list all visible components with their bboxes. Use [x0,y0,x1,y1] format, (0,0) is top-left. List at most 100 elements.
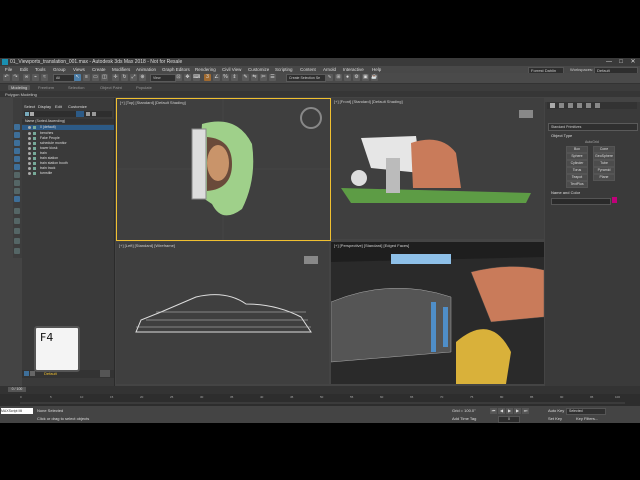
tab-modeling[interactable]: Modeling [8,85,31,90]
set-key-button[interactable]: Set Key [548,416,562,421]
display-lights-icon[interactable] [14,140,20,146]
link-icon[interactable]: ∞ [23,74,30,81]
scene-list-header[interactable]: Name (Sorted Ascending) [22,119,114,124]
pyramid-button[interactable]: Pyramid [593,167,615,174]
viewport-perspective[interactable]: [+] [Perspective] [Standard] [Edged Face… [331,242,544,384]
menu-help[interactable]: Help [372,67,381,72]
display-shapes-icon[interactable] [14,132,20,138]
bind-space-warp-icon[interactable]: ≈ [41,74,48,81]
go-to-end-icon[interactable]: ⏭ [522,408,529,414]
viewcube-icon[interactable] [519,110,533,118]
render-production-icon[interactable]: ☕ [371,74,378,81]
scene-tab-display[interactable]: Display [38,104,51,109]
cone-button[interactable]: Cone [593,146,615,153]
tab-freeform[interactable]: Freeform [38,85,54,90]
invert-display-icon[interactable] [14,248,20,254]
rollout-name-and-color[interactable]: Name and Color [551,190,580,195]
play-icon[interactable]: ▶ [506,408,513,414]
viewport-top[interactable]: [+] [Top] [Standard] [Default Shading] [116,98,331,241]
auto-key-button[interactable]: Auto Key [548,408,564,413]
layer-explorer-icon[interactable] [24,371,29,376]
place-icon[interactable]: ⊕ [139,74,146,81]
tab-object-paint[interactable]: Object Paint [100,85,122,90]
menu-tools[interactable]: Tools [35,67,46,72]
menu-graph-editors[interactable]: Graph Editors [162,67,190,72]
select-object-icon[interactable]: ↖ [74,74,81,81]
align-icon[interactable]: ⊨ [260,74,267,81]
viewport-left-label[interactable]: [+] [Left] [Standard] [Wireframe] [119,243,175,248]
menu-content[interactable]: Content [300,67,316,72]
material-editor-icon[interactable]: ● [344,74,351,81]
maximize-button[interactable]: □ [615,58,627,66]
tube-button[interactable]: Tube [593,160,615,167]
toggle-scene-explorer-icon[interactable]: ☰ [269,74,276,81]
menu-file[interactable]: File [5,67,12,72]
sort-by-hierarchy-icon[interactable] [30,371,35,376]
rendered-frame-window-icon[interactable]: ▣ [362,74,369,81]
menu-civil-view[interactable]: Civil View [222,67,241,72]
geosphere-button[interactable]: GeoSphere [593,153,615,160]
visibility-icon[interactable] [28,142,31,145]
previous-frame-icon[interactable]: ◀ [498,408,505,414]
scene-tab-select[interactable]: Select [24,104,35,109]
plane-button[interactable]: Plane [593,174,615,181]
visibility-icon[interactable] [28,152,31,155]
polygon-modeling-label[interactable]: Polygon Modeling [5,92,37,97]
next-frame-icon[interactable]: ▶ [514,408,521,414]
textplus-button[interactable]: TextPlus [566,181,588,188]
track-bar[interactable]: 0 5 10 15 20 25 30 35 40 45 50 55 60 65 … [0,394,640,406]
schematic-view-icon[interactable]: ⊞ [335,74,342,81]
rectangular-selection-icon[interactable]: ▭ [92,74,99,81]
redo-icon[interactable]: ↷ [12,74,19,81]
display-xrefs-icon[interactable] [14,180,20,186]
menu-views[interactable]: Views [73,67,85,72]
render-setup-icon[interactable]: ⚙ [353,74,360,81]
display-geometry-icon[interactable] [14,124,20,130]
display-space-warps-icon[interactable] [14,164,20,170]
viewcube-icon[interactable] [304,256,318,264]
viewport-front[interactable]: [+] [Front] [Standard] [Default Shading] [331,98,544,239]
menu-customize[interactable]: Customize [248,67,269,72]
key-mode-dropdown[interactable]: Selected [566,408,606,415]
maxscript-listener[interactable]: MAXScript Mi [1,408,33,414]
scene-row[interactable]: turnstile [22,171,114,176]
display-bones-icon[interactable] [14,188,20,194]
curve-editor-icon[interactable]: ∿ [326,74,333,81]
visibility-icon[interactable] [28,137,31,140]
search-icon[interactable] [30,112,34,116]
visibility-icon[interactable] [28,126,31,129]
named-selection-icon[interactable]: ✎ [242,74,249,81]
create-tab-icon[interactable] [550,103,555,108]
sync-icon[interactable] [92,112,96,116]
lock-icon[interactable] [86,112,90,116]
modify-tab-icon[interactable] [559,103,564,108]
visibility-icon[interactable] [28,147,31,150]
window-crossing-icon[interactable]: ◫ [101,74,108,81]
viewport-left[interactable]: [+] [Left] [Standard] [Wireframe] [116,242,329,384]
motion-tab-icon[interactable] [577,103,582,108]
display-hidden-icon[interactable] [14,218,20,224]
sphere-button[interactable]: Sphere [566,153,588,160]
menu-interactive[interactable]: Interactive [343,67,364,72]
add-time-tag[interactable]: Add Time Tag [452,416,476,421]
pivot-center-icon[interactable]: ⊡ [175,74,182,81]
object-name-field[interactable] [551,198,611,205]
tab-selection[interactable]: Selection [68,85,84,90]
teapot-button[interactable]: Teapot [566,174,588,181]
move-icon[interactable]: ✛ [112,74,119,81]
scene-tab-edit[interactable]: Edit [55,104,62,109]
layer-settings-icon[interactable] [100,370,110,377]
visibility-icon[interactable] [28,157,31,160]
viewport-front-label[interactable]: [+] [Front] [Standard] [Default Shading] [334,99,403,104]
angle-snap-icon[interactable]: ∠ [213,74,220,81]
visibility-icon[interactable] [28,172,31,175]
mirror-icon[interactable]: ⇋ [251,74,258,81]
primitive-type-dropdown[interactable]: Standard Primitives [548,123,638,131]
minimize-button[interactable]: — [603,58,615,66]
scene-row[interactable]: 0 (default) [22,125,114,130]
display-frozen-icon[interactable] [14,208,20,214]
select-by-name-icon[interactable]: ≡ [83,74,90,81]
visibility-icon[interactable] [28,167,31,170]
display-helpers-icon[interactable] [14,156,20,162]
menu-animation[interactable]: Animation [136,67,156,72]
